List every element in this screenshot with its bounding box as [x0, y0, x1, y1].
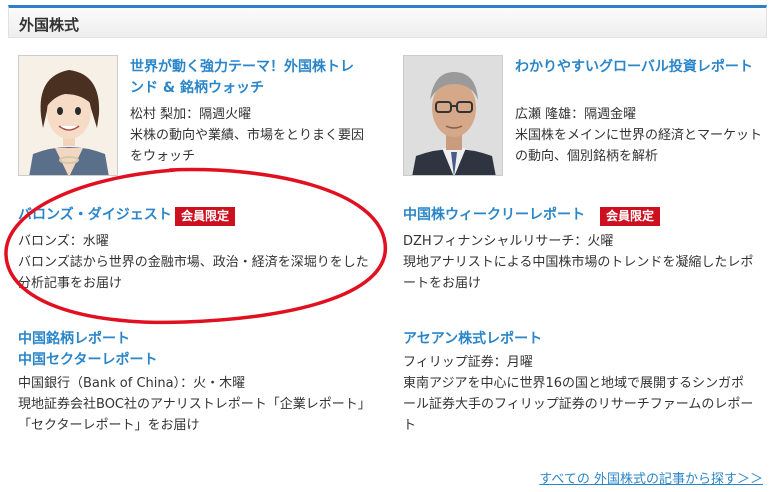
author-avatar-photo[interactable]	[403, 55, 503, 176]
item-title-line[interactable]: 中国セクターレポート	[18, 350, 157, 371]
item-author: DZHフィナンシャルリサーチ：火曜	[403, 234, 614, 249]
item-title-line[interactable]: ンド & 銘柄ウォッチ	[130, 78, 354, 99]
item-author: フィリップ証券：月曜	[403, 355, 533, 370]
members-only-badge: 会員限定	[600, 207, 661, 226]
item-description-line: 分析記事をお届け	[18, 276, 123, 291]
item-description: 現地証券会社BOC社のアナリストレポート「企業レポート」 「セクターレポート」を…	[18, 394, 371, 436]
section-header: 外国株式	[8, 5, 767, 38]
item-description-line: 「セクターレポート」をお届け	[18, 418, 200, 433]
item-title[interactable]: 中国株ウィークリーレポート	[403, 205, 585, 226]
item-description: 東南アジアを中心に世界16の国と地域で展開するシンガポ ール証券大手のフィリップ…	[403, 373, 753, 436]
item-author: バロンズ：水曜	[18, 234, 109, 249]
item-description-line: 東南アジアを中心に世界16の国と地域で展開するシンガポ	[403, 376, 745, 391]
item-description-line: 現地証券会社BOC社のアナリストレポート「企業レポート」	[18, 397, 371, 412]
item-description-line: ートをお届け	[403, 276, 482, 291]
item-title-line[interactable]: 中国銘柄レポート	[18, 329, 157, 350]
item-description-line: をウォッチ	[130, 149, 196, 164]
item-description: 現地アナリストによる中国株市場のトレンドを凝縮したレポ ートをお届け	[403, 252, 753, 294]
members-only-badge: 会員限定	[175, 207, 236, 226]
item-title[interactable]: わかりやすいグローバル投資レポート	[515, 57, 753, 78]
item-title[interactable]: アセアン株式レポート	[403, 329, 542, 350]
item-description: 米株の動向や業績、市場をとりまく要因 をウォッチ	[130, 125, 364, 167]
item-author: 中国銀行（Bank of China）：火・木曜	[18, 376, 246, 391]
item-description-line: バロンズ誌から世界の金融市場、政治・経済を深堀りをした	[18, 255, 369, 270]
item-description-line: の動向、個別銘柄を解析	[515, 149, 659, 164]
item-author: 広瀬 隆雄：隔週金曜	[515, 107, 637, 122]
item-description: バロンズ誌から世界の金融市場、政治・経済を深堀りをした 分析記事をお届け	[18, 252, 369, 294]
item-description-line: 現地アナリストによる中国株市場のトレンドを凝縮したレポ	[403, 255, 754, 270]
item-description-line: 米国株をメインに世界の経済とマーケット	[515, 128, 763, 143]
item-title-line[interactable]: 世界が動く強力テーマ！外国株トレ	[130, 57, 354, 78]
item-author: 松村 梨加：隔週火曜	[130, 107, 252, 122]
item-description: 米国株をメインに世界の経済とマーケット の動向、個別銘柄を解析	[515, 125, 762, 167]
section-title: 外国株式	[19, 16, 80, 34]
item-description-line: 米株の動向や業績、市場をとりまく要因	[130, 128, 365, 143]
woman-portrait-icon	[19, 56, 117, 175]
author-avatar-illustration[interactable]	[18, 55, 118, 176]
man-portrait-icon	[404, 56, 502, 175]
item-description-line: ト	[403, 418, 417, 433]
view-all-link[interactable]: すべての 外国株式の記事から探す＞＞	[539, 468, 763, 487]
item-description-line: ール証券大手のフィリップ証券のリサーチファームのレポー	[403, 397, 754, 412]
item-title[interactable]: 世界が動く強力テーマ！外国株トレ ンド & 銘柄ウォッチ	[130, 57, 354, 99]
item-title[interactable]: 中国銘柄レポート 中国セクターレポート	[18, 329, 157, 371]
item-title[interactable]: バロンズ・ダイジェスト	[18, 205, 172, 226]
